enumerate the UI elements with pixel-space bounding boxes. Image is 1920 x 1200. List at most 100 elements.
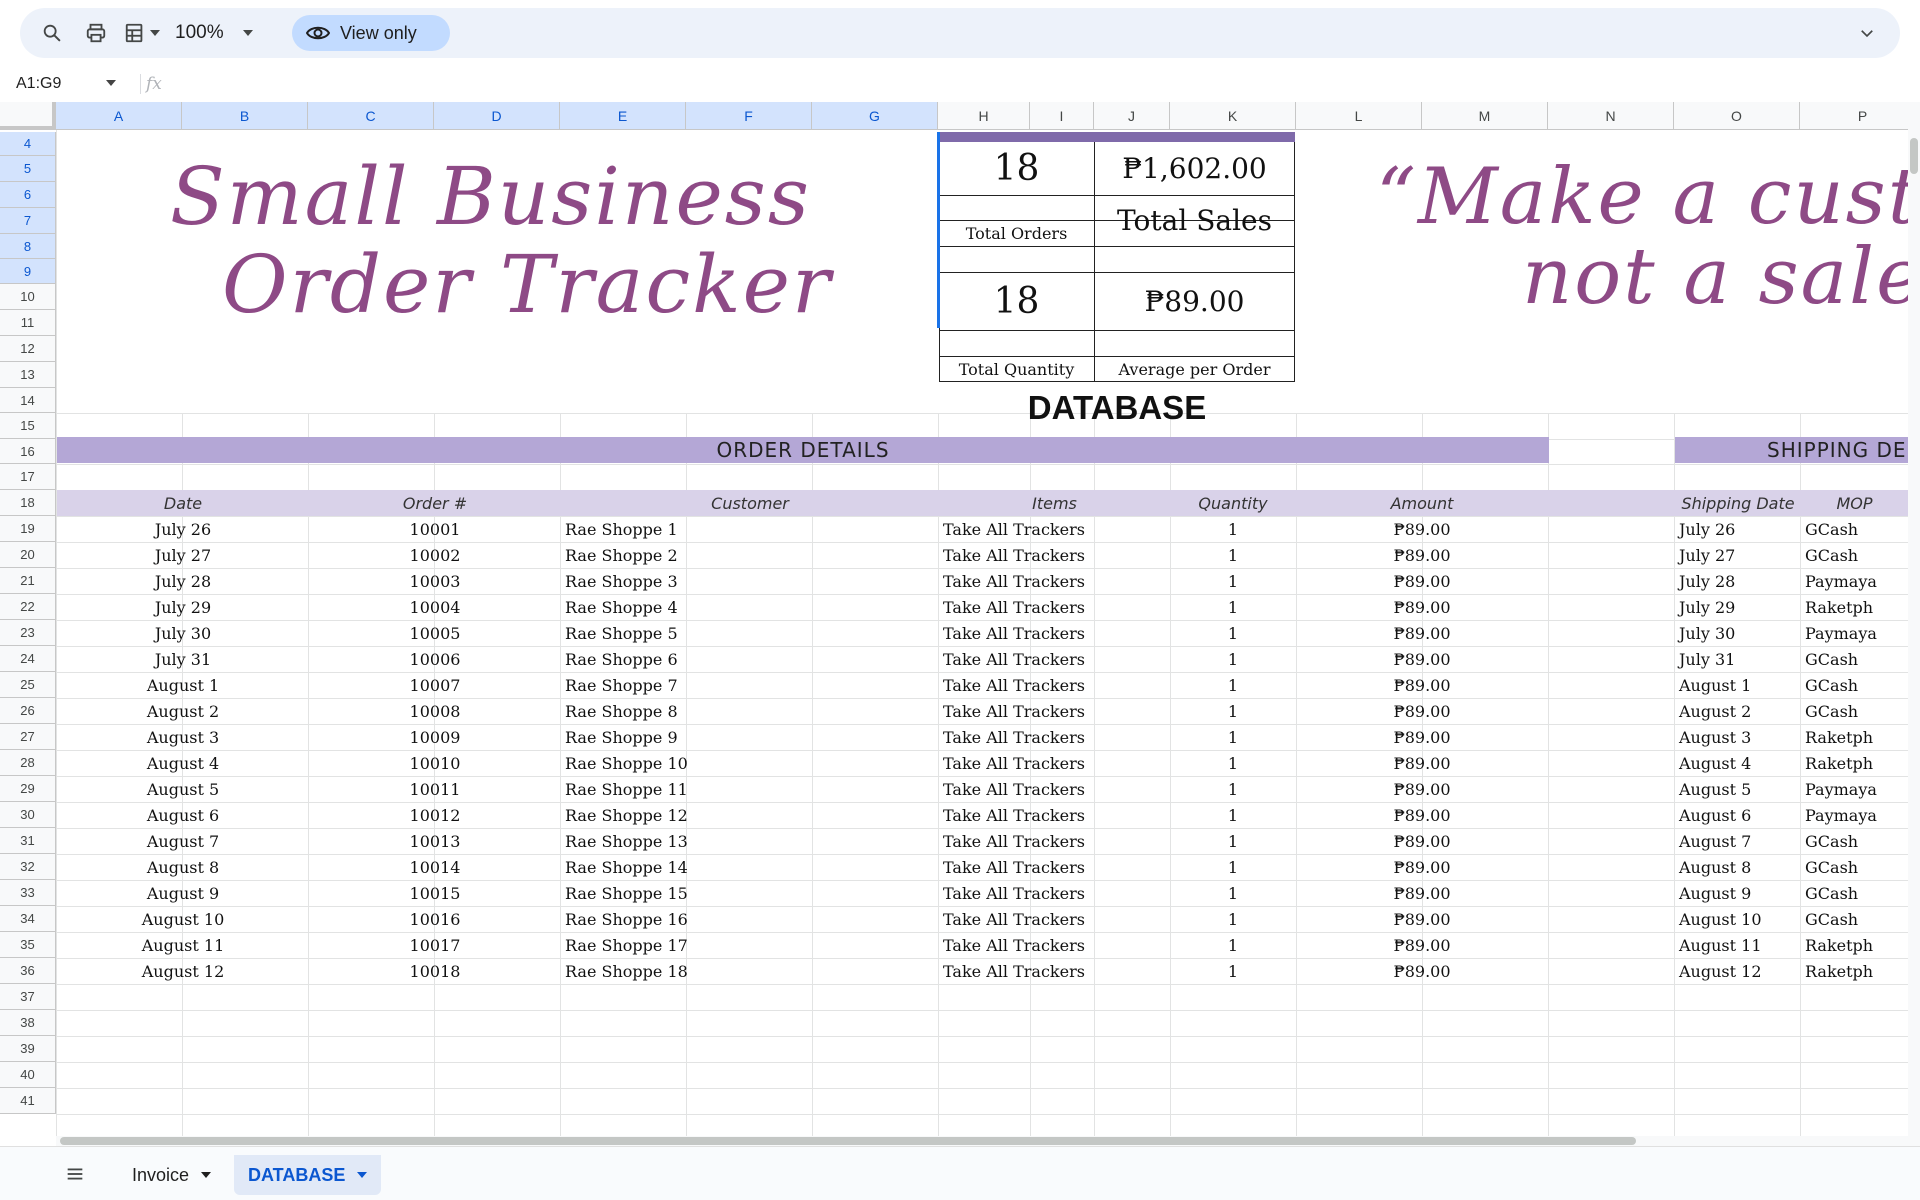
- column-header-o[interactable]: O: [1674, 102, 1800, 130]
- shipping-date-cell[interactable]: August 10: [1675, 906, 1801, 932]
- order-number-cell[interactable]: 10001: [309, 516, 561, 542]
- row-header-17[interactable]: 17: [0, 464, 56, 490]
- items-cell[interactable]: Take All Trackers: [939, 854, 1170, 880]
- date-cell[interactable]: August 7: [57, 828, 309, 854]
- column-header-b[interactable]: B: [182, 102, 308, 130]
- items-cell[interactable]: Take All Trackers: [939, 620, 1170, 646]
- row-header-24[interactable]: 24: [0, 646, 56, 672]
- shipping-date-cell[interactable]: July 31: [1675, 646, 1801, 672]
- amount-cell[interactable]: ₱89.00: [1296, 776, 1548, 802]
- date-cell[interactable]: August 9: [57, 880, 309, 906]
- quantity-cell[interactable]: 1: [1170, 828, 1296, 854]
- row-header-28[interactable]: 28: [0, 750, 56, 776]
- collapse-menu-icon[interactable]: [1852, 8, 1882, 58]
- date-cell[interactable]: August 2: [57, 698, 309, 724]
- date-cell[interactable]: August 10: [57, 906, 309, 932]
- customer-cell[interactable]: Rae Shoppe 8: [561, 698, 939, 724]
- items-cell[interactable]: Take All Trackers: [939, 568, 1170, 594]
- date-cell[interactable]: August 11: [57, 932, 309, 958]
- chevron-down-icon[interactable]: [357, 1172, 368, 1178]
- customer-cell[interactable]: Rae Shoppe 4: [561, 594, 939, 620]
- column-header-h[interactable]: H: [938, 102, 1030, 130]
- quantity-cell[interactable]: 1: [1170, 646, 1296, 672]
- row-header-19[interactable]: 19: [0, 516, 56, 542]
- amount-cell[interactable]: ₱89.00: [1296, 620, 1548, 646]
- column-header-m[interactable]: M: [1422, 102, 1548, 130]
- horizontal-scrollbar[interactable]: [56, 1136, 1908, 1146]
- column-header-n[interactable]: N: [1548, 102, 1674, 130]
- row-header-27[interactable]: 27: [0, 724, 56, 750]
- customer-cell[interactable]: Rae Shoppe 13: [561, 828, 939, 854]
- mop-cell[interactable]: Paymaya: [1801, 802, 1908, 828]
- name-box[interactable]: A1:G9: [16, 66, 61, 102]
- items-cell[interactable]: Take All Trackers: [939, 776, 1170, 802]
- mop-cell[interactable]: Raketph: [1801, 932, 1908, 958]
- amount-cell[interactable]: ₱89.00: [1296, 594, 1548, 620]
- date-cell[interactable]: July 28: [57, 568, 309, 594]
- row-header-35[interactable]: 35: [0, 932, 56, 958]
- name-box-dropdown-icon[interactable]: [106, 80, 116, 86]
- amount-cell[interactable]: ₱89.00: [1296, 724, 1548, 750]
- column-header-d[interactable]: D: [434, 102, 560, 130]
- column-header-p[interactable]: P: [1800, 102, 1908, 130]
- column-header-a[interactable]: A: [56, 102, 182, 130]
- row-header-37[interactable]: 37: [0, 984, 56, 1010]
- amount-cell[interactable]: ₱89.00: [1296, 542, 1548, 568]
- items-cell[interactable]: Take All Trackers: [939, 594, 1170, 620]
- customer-cell[interactable]: Rae Shoppe 11: [561, 776, 939, 802]
- row-header-14[interactable]: 14: [0, 388, 56, 413]
- row-header-22[interactable]: 22: [0, 594, 56, 620]
- quantity-cell[interactable]: 1: [1170, 906, 1296, 932]
- order-number-cell[interactable]: 10003: [309, 568, 561, 594]
- row-header-11[interactable]: 11: [0, 310, 56, 336]
- order-number-cell[interactable]: 10002: [309, 542, 561, 568]
- sheet-tab-database[interactable]: DATABASE: [234, 1155, 382, 1195]
- date-cell[interactable]: August 8: [57, 854, 309, 880]
- date-cell[interactable]: July 31: [57, 646, 309, 672]
- horizontal-scroll-thumb[interactable]: [60, 1137, 1636, 1145]
- order-number-cell[interactable]: 10018: [309, 958, 561, 984]
- mop-cell[interactable]: Raketph: [1801, 750, 1908, 776]
- customer-cell[interactable]: Rae Shoppe 6: [561, 646, 939, 672]
- row-header-23[interactable]: 23: [0, 620, 56, 646]
- row-header-32[interactable]: 32: [0, 854, 56, 880]
- amount-cell[interactable]: ₱89.00: [1296, 828, 1548, 854]
- customer-cell[interactable]: Rae Shoppe 10: [561, 750, 939, 776]
- row-header-41[interactable]: 41: [0, 1088, 56, 1114]
- customer-cell[interactable]: Rae Shoppe 2: [561, 542, 939, 568]
- items-cell[interactable]: Take All Trackers: [939, 698, 1170, 724]
- quantity-cell[interactable]: 1: [1170, 568, 1296, 594]
- order-number-cell[interactable]: 10008: [309, 698, 561, 724]
- all-sheets-menu-icon[interactable]: [60, 1159, 90, 1189]
- mop-cell[interactable]: GCash: [1801, 828, 1908, 854]
- row-header-30[interactable]: 30: [0, 802, 56, 828]
- customer-cell[interactable]: Rae Shoppe 12: [561, 802, 939, 828]
- mop-cell[interactable]: GCash: [1801, 698, 1908, 724]
- row-header-34[interactable]: 34: [0, 906, 56, 932]
- column-header-g[interactable]: G: [812, 102, 938, 130]
- customer-cell[interactable]: Rae Shoppe 1: [561, 516, 939, 542]
- column-header-c[interactable]: C: [308, 102, 434, 130]
- amount-cell[interactable]: ₱89.00: [1296, 880, 1548, 906]
- date-cell[interactable]: August 6: [57, 802, 309, 828]
- items-cell[interactable]: Take All Trackers: [939, 958, 1170, 984]
- view-only-button[interactable]: View only: [292, 15, 450, 51]
- customer-cell[interactable]: Rae Shoppe 5: [561, 620, 939, 646]
- mop-cell[interactable]: GCash: [1801, 646, 1908, 672]
- column-header-e[interactable]: E: [560, 102, 686, 130]
- items-cell[interactable]: Take All Trackers: [939, 672, 1170, 698]
- amount-cell[interactable]: ₱89.00: [1296, 802, 1548, 828]
- mop-cell[interactable]: GCash: [1801, 906, 1908, 932]
- shipping-date-cell[interactable]: August 2: [1675, 698, 1801, 724]
- date-cell[interactable]: August 1: [57, 672, 309, 698]
- date-cell[interactable]: July 30: [57, 620, 309, 646]
- row-header-13[interactable]: 13: [0, 362, 56, 388]
- amount-cell[interactable]: ₱89.00: [1296, 568, 1548, 594]
- mop-cell[interactable]: Raketph: [1801, 594, 1908, 620]
- row-header-20[interactable]: 20: [0, 542, 56, 568]
- quantity-cell[interactable]: 1: [1170, 724, 1296, 750]
- row-header-4[interactable]: 4: [0, 132, 56, 156]
- row-header-15[interactable]: 15: [0, 413, 56, 439]
- shipping-date-cell[interactable]: July 26: [1675, 516, 1801, 542]
- mop-cell[interactable]: GCash: [1801, 542, 1908, 568]
